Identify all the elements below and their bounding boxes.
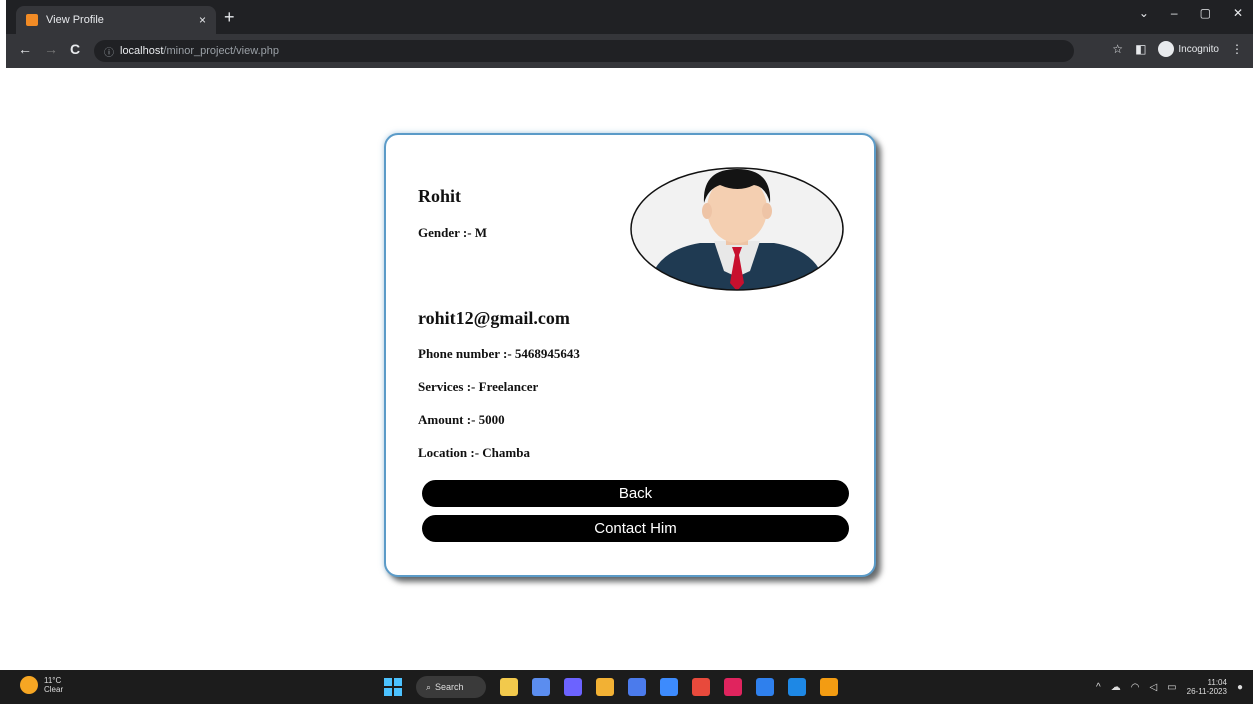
browser-chrome: View Profile × + ⌄ – ▢ ✕ ← → C ⓘ localho… xyxy=(6,0,1253,68)
minimize-icon[interactable]: – xyxy=(1171,6,1178,20)
weather-sun-icon xyxy=(20,676,38,694)
profile-gender: Gender :- M xyxy=(418,225,488,240)
close-window-icon[interactable]: ✕ xyxy=(1233,6,1243,20)
tab-close-icon[interactable]: × xyxy=(199,13,206,27)
search-icon: ⌕ xyxy=(426,681,432,692)
notification-icon[interactable]: ● xyxy=(1237,682,1243,693)
tab-title: View Profile xyxy=(46,14,104,26)
wifi-icon[interactable]: ◠ xyxy=(1131,682,1140,693)
profile-location: Location :- Chamba xyxy=(418,445,530,460)
url-host: localhost xyxy=(120,45,164,57)
weather-text: 11°C Clear xyxy=(44,676,63,694)
site-info-icon[interactable]: ⓘ xyxy=(104,44,114,59)
taskbar-app-icon[interactable] xyxy=(628,678,646,696)
url-path: /minor_project/view.php xyxy=(163,45,279,57)
back-button[interactable]: Back xyxy=(422,480,849,507)
system-clock[interactable]: 11:04 26-11-2023 xyxy=(1187,678,1227,696)
incognito-label: Incognito xyxy=(1178,43,1219,55)
side-panel-icon[interactable]: ◧ xyxy=(1135,42,1146,56)
volume-icon[interactable]: ◁ xyxy=(1149,682,1157,693)
taskbar-app-icon[interactable] xyxy=(724,678,742,696)
temperature: 11°C xyxy=(44,676,62,685)
profile-amount: Amount :- 5000 xyxy=(418,412,505,427)
battery-icon[interactable]: ▭ xyxy=(1167,682,1176,693)
taskbar-app-icon[interactable] xyxy=(692,678,710,696)
system-tray: ^ ☁ ◠ ◁ ▭ 11:04 26-11-2023 ● xyxy=(1096,678,1243,696)
os-taskbar: 11°C Clear ⌕ Search ^ ☁ ◠ ◁ ▭ 11:04 26-1… xyxy=(0,670,1253,704)
taskbar-search[interactable]: ⌕ Search xyxy=(416,676,486,698)
taskbar-app-icon[interactable] xyxy=(532,678,550,696)
bookmark-star-icon[interactable]: ☆ xyxy=(1112,42,1123,56)
taskbar-apps: ⌕ Search xyxy=(384,676,838,698)
tab-search-icon[interactable]: ⌄ xyxy=(1139,6,1149,20)
windows-start-icon[interactable] xyxy=(384,678,402,696)
browser-toolbar: ← → C ⓘ localhost /minor_project/view.ph… xyxy=(6,34,1253,68)
profile-email: rohit12@gmail.com xyxy=(418,308,570,328)
clock-time: 11:04 xyxy=(1207,678,1227,687)
restore-icon[interactable]: ▢ xyxy=(1200,6,1211,20)
new-tab-icon[interactable]: + xyxy=(224,8,235,26)
weather-condition: Clear xyxy=(44,685,64,694)
profile-name: Rohit xyxy=(418,186,462,206)
reload-icon[interactable]: C xyxy=(70,41,80,57)
taskbar-app-icon[interactable] xyxy=(500,678,518,696)
profile-phone: Phone number :- 5468945643 xyxy=(418,346,580,361)
back-arrow-icon[interactable]: ← xyxy=(18,41,32,57)
profile-avatar xyxy=(630,167,844,291)
taskbar-app-icon[interactable] xyxy=(660,678,678,696)
profile-card: Rohit Gender :- M rohit12@gmail.com Phon… xyxy=(384,133,876,577)
profile-services: Services :- Freelancer xyxy=(418,379,539,394)
taskbar-app-icon[interactable] xyxy=(596,678,614,696)
browser-menu-icon[interactable]: ⋮ xyxy=(1231,42,1243,56)
taskbar-app-icon[interactable] xyxy=(564,678,582,696)
taskbar-app-icon[interactable] xyxy=(820,678,838,696)
onedrive-icon[interactable]: ☁ xyxy=(1111,682,1121,693)
forward-arrow-icon[interactable]: → xyxy=(44,41,58,57)
tray-overflow-icon[interactable]: ^ xyxy=(1096,682,1101,693)
toolbar-right: ☆ ◧ Incognito ⋮ xyxy=(1112,41,1243,57)
search-label: Search xyxy=(435,682,464,692)
tab-strip: View Profile × + ⌄ – ▢ ✕ xyxy=(6,0,1253,34)
window-controls: ⌄ – ▢ ✕ xyxy=(1139,6,1243,20)
favicon-icon xyxy=(26,14,38,26)
clock-date: 26-11-2023 xyxy=(1186,687,1227,696)
weather-widget[interactable]: 11°C Clear xyxy=(20,676,63,694)
contact-him-button[interactable]: Contact Him xyxy=(422,515,849,542)
taskbar-app-icon[interactable] xyxy=(756,678,774,696)
taskbar-app-icon[interactable] xyxy=(788,678,806,696)
incognito-icon xyxy=(1158,41,1175,57)
tab-view-profile[interactable]: View Profile × xyxy=(16,6,216,34)
address-bar[interactable]: ⓘ localhost /minor_project/view.php xyxy=(94,40,1074,62)
incognito-indicator[interactable]: Incognito xyxy=(1158,41,1219,57)
